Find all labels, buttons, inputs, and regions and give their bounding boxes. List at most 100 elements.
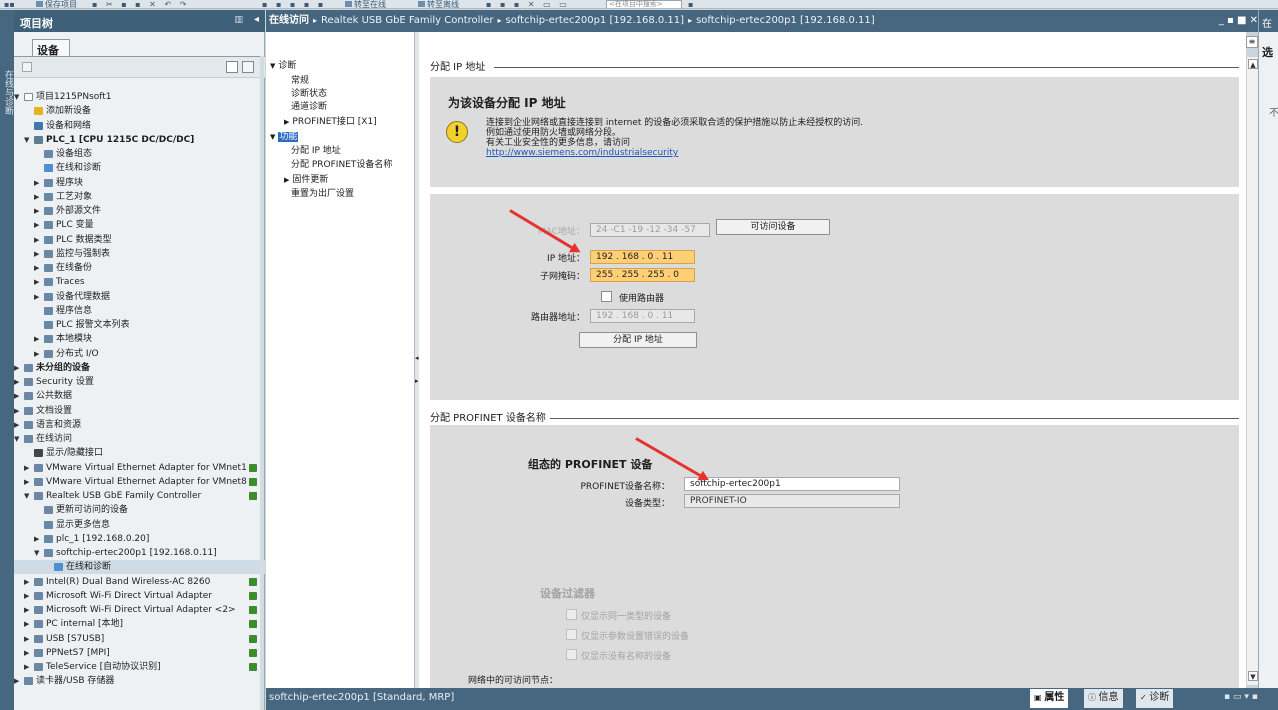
chevron-right-icon[interactable]: ▶ (14, 404, 22, 418)
chevron-right-icon[interactable]: ▶ (24, 632, 32, 646)
tree-item[interactable]: ▶ 外部源文件 (14, 204, 265, 218)
tree-item[interactable]: 设备和网络 (14, 119, 265, 133)
tree-item[interactable]: ▶ USB [S7USB] (14, 632, 265, 646)
splitter-right-arrow-icon[interactable]: ▸ (415, 377, 419, 385)
view-toggle-icon[interactable] (226, 61, 238, 73)
tree-item[interactable]: ▶ 未分组的设备 (14, 361, 265, 375)
tree-options-icon[interactable] (22, 62, 32, 72)
tab-info[interactable]: ⓘ 信息 (1084, 689, 1123, 708)
tree-item[interactable]: ▶ PPNetS7 [MPI] (14, 646, 265, 660)
project-search-input[interactable]: <在项目中搜索> (606, 0, 682, 8)
tree-item[interactable]: ▼ softchip-ertec200p1 [192.168.0.11] (14, 546, 265, 560)
nav-item[interactable]: ▼ 诊断 (270, 60, 296, 72)
scroll-up-icon[interactable]: ▲ (1248, 59, 1258, 69)
tab-diagnostics[interactable]: ✓ 诊断 (1136, 689, 1174, 708)
new-project-icon[interactable]: ▪▪ (4, 0, 15, 8)
chevron-right-icon[interactable]: ▶ (284, 176, 289, 184)
overview-icon[interactable] (242, 61, 254, 73)
chevron-right-icon[interactable]: ▶ (14, 361, 22, 375)
tree-item[interactable]: 添加新设备 (14, 104, 265, 118)
go-offline-button[interactable]: 转至离线 (418, 0, 459, 8)
chevron-down-icon[interactable]: ▼ (14, 90, 22, 104)
online-diagnostics-side-tab[interactable]: 在线与诊断 (0, 10, 14, 710)
chevron-right-icon[interactable]: ▶ (34, 247, 42, 261)
tree-item[interactable]: ▶ 在线备份 (14, 261, 265, 275)
filter-wrong-params-checkbox[interactable] (566, 629, 577, 640)
tree-item[interactable]: 程序信息 (14, 304, 265, 318)
compile-tools-icon[interactable]: ▪ ▪ ▪ ▪ ▪ (262, 0, 326, 8)
tree-item[interactable]: ▶ 读卡器/USB 存储器 (14, 674, 265, 688)
save-project-button[interactable]: 保存项目 (36, 0, 77, 8)
tree-item[interactable]: ▶ 程序块 (14, 176, 265, 190)
filter-no-name-checkbox[interactable] (566, 649, 577, 660)
chevron-right-icon[interactable]: ▶ (14, 375, 22, 389)
nav-item[interactable]: ▼ 功能 (270, 131, 299, 143)
monitor-tools-icon[interactable]: ▪ ▪ ▪ ✕ ▭ ▭ (486, 0, 570, 8)
nav-item[interactable]: 重置为出厂设置 (291, 188, 354, 200)
chevron-down-icon[interactable]: ▼ (24, 489, 32, 503)
chevron-down-icon[interactable]: ▼ (270, 62, 275, 70)
splitter-left-arrow-icon[interactable]: ◂ (415, 354, 419, 362)
chevron-down-icon[interactable]: ▼ (34, 546, 42, 560)
chevron-right-icon[interactable]: ▶ (34, 233, 42, 247)
chevron-right-icon[interactable]: ▶ (284, 118, 289, 126)
chevron-right-icon[interactable]: ▶ (34, 275, 42, 289)
tree-item[interactable]: ▶ Intel(R) Dual Band Wireless-AC 8260 (14, 575, 265, 589)
breadcrumb-item-device-view[interactable]: softchip-ertec200p1 [192.168.0.11] (696, 15, 875, 26)
ip-address-field[interactable]: 192 . 168 . 0 . 11 (590, 250, 695, 264)
tree-item[interactable]: ▶ Microsoft Wi-Fi Direct Virtual Adapter … (14, 603, 265, 617)
list-view-icon[interactable]: ≡ (1246, 36, 1258, 48)
security-link[interactable]: http://www.siemens.com/industrialsecurit… (486, 148, 863, 158)
chevron-right-icon[interactable]: ▶ (34, 176, 42, 190)
tree-item[interactable]: ▶ 公共数据 (14, 389, 265, 403)
tree-item[interactable]: ▶ 语言和资源 (14, 418, 265, 432)
panel-controls-icon[interactable]: ▪ ▭ ▾ ▪ (1224, 692, 1258, 702)
chevron-right-icon[interactable]: ▶ (34, 332, 42, 346)
nav-item[interactable]: ▶ 固件更新 (284, 174, 328, 186)
tree-item[interactable]: ▶ 文档设置 (14, 404, 265, 418)
subnet-mask-field[interactable]: 255 . 255 . 255 . 0 (590, 268, 695, 282)
content-scrollbar[interactable]: ▲ ▼ (1246, 57, 1258, 685)
nav-item[interactable]: ▶ PROFINET接口 [X1] (284, 116, 377, 128)
chevron-right-icon[interactable]: ▶ (24, 660, 32, 674)
go-online-button[interactable]: 转至在线 (345, 0, 386, 8)
profinet-name-field[interactable]: softchip-ertec200p1 (684, 477, 900, 491)
tree-item[interactable]: ▶ Microsoft Wi-Fi Direct Virtual Adapter (14, 589, 265, 603)
chevron-right-icon[interactable]: ▶ (34, 204, 42, 218)
tree-item[interactable]: ▶ plc_1 [192.168.0.20] (14, 532, 265, 546)
chevron-right-icon[interactable]: ▶ (34, 190, 42, 204)
tree-item[interactable]: ▶ Traces (14, 275, 265, 289)
edit-tools-icon[interactable]: ▪ ✂ ▪ ▪ ✕ ↶ ↷ (92, 0, 189, 8)
filter-same-type-checkbox[interactable] (566, 609, 577, 620)
tree-item[interactable]: ▶ 工艺对象 (14, 190, 265, 204)
nav-item[interactable]: 分配 PROFINET设备名称 (291, 159, 392, 171)
breadcrumb-item-adapter[interactable]: Realtek USB GbE Family Controller (321, 15, 493, 26)
tree-item[interactable]: ▶ 本地模块 (14, 332, 265, 346)
breadcrumb-item-online-access[interactable]: 在线访问 (269, 15, 309, 26)
chevron-right-icon[interactable]: ▶ (24, 617, 32, 631)
tree-item[interactable]: ▶ 分布式 I/O (14, 347, 265, 361)
tree-item[interactable]: ▼ 在线访问 (14, 432, 265, 446)
chevron-right-icon[interactable]: ▶ (14, 389, 22, 403)
tree-item[interactable]: ▼ 项目1215PNsoft1 (14, 90, 265, 104)
tree-item[interactable]: 设备组态 (14, 147, 265, 161)
tree-item[interactable]: ▶ 设备代理数据 (14, 290, 265, 304)
use-router-checkbox[interactable] (601, 291, 612, 302)
tree-item[interactable]: ▶ PLC 数据类型 (14, 233, 265, 247)
tree-item[interactable]: ▼ PLC_1 [CPU 1215C DC/DC/DC] (14, 133, 265, 147)
tree-item[interactable]: ▶ Security 设置 (14, 375, 265, 389)
tree-item[interactable]: 在线和诊断 (14, 560, 265, 575)
tree-item[interactable]: ▼ Realtek USB GbE Family Controller (14, 489, 265, 503)
tasks-panel-tab[interactable]: 选 (1262, 44, 1273, 60)
chevron-right-icon[interactable]: ▶ (14, 674, 22, 688)
tree-item[interactable]: 显示更多信息 (14, 518, 265, 532)
tree-item[interactable]: ▶ 监控与强制表 (14, 247, 265, 261)
nav-item[interactable]: 诊断状态 (291, 88, 327, 100)
tree-item[interactable]: PLC 报警文本列表 (14, 318, 265, 332)
nav-item[interactable]: 通道诊断 (291, 101, 327, 113)
search-icon[interactable]: ▪ (688, 0, 693, 8)
tree-item[interactable]: ▶ VMware Virtual Ethernet Adapter for VMn… (14, 461, 265, 475)
chevron-down-icon[interactable]: ▼ (270, 133, 275, 141)
chevron-down-icon[interactable]: ▼ (24, 133, 32, 147)
tree-item[interactable]: 显示/隐藏接口 (14, 446, 265, 460)
